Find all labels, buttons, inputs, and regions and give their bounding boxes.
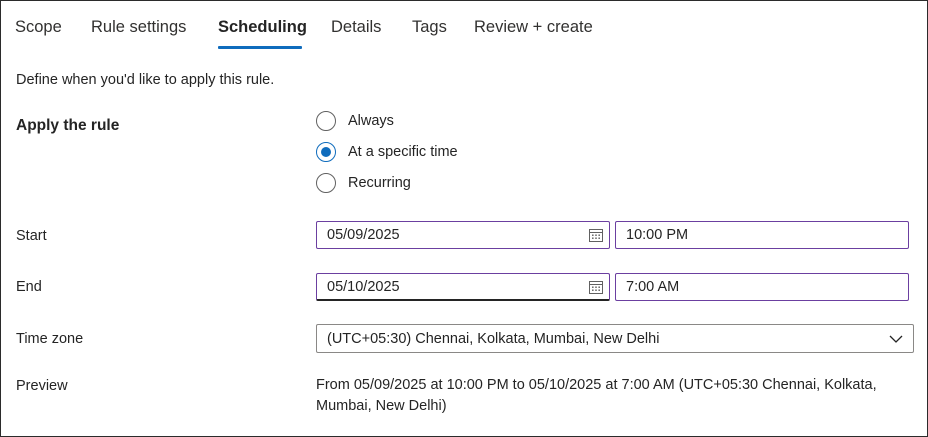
time-zone-dropdown[interactable]: (UTC+05:30) Chennai, Kolkata, Mumbai, Ne… [316,324,914,353]
end-date-picker[interactable]: 05/10/2025 [316,273,610,301]
start-label: Start [16,228,47,244]
start-time-value: 10:00 PM [626,227,689,243]
tab-tags[interactable]: Tags [412,18,447,37]
apply-rule-label: Apply the rule [16,117,120,134]
radio-circle[interactable] [316,111,336,131]
end-time-input[interactable]: 7:00 AM [615,273,909,301]
scheduling-panel: Scope Rule settings Scheduling Details T… [0,0,928,437]
start-date-picker[interactable]: 05/09/2025 [316,221,610,249]
tab-scope[interactable]: Scope [15,18,62,37]
tab-rule-settings[interactable]: Rule settings [91,18,186,37]
tab-details[interactable]: Details [331,18,381,37]
calendar-icon[interactable] [588,279,604,295]
end-date-value: 05/10/2025 [327,278,400,295]
radio-always[interactable]: Always [316,110,394,132]
radio-at-specific-time[interactable]: At a specific time [316,141,458,163]
tab-review-create[interactable]: Review + create [474,18,593,37]
radio-circle-checked[interactable] [316,142,336,162]
time-zone-value: (UTC+05:30) Chennai, Kolkata, Mumbai, Ne… [327,330,660,347]
time-zone-label: Time zone [16,331,84,347]
tab-bar: Scope Rule settings Scheduling Details T… [1,1,927,51]
start-time-input[interactable]: 10:00 PM [615,221,909,249]
end-time-value: 7:00 AM [626,279,680,295]
chevron-down-icon[interactable] [888,331,904,347]
radio-label-recurring: Recurring [348,175,411,191]
preview-label: Preview [16,378,68,394]
start-date-value: 05/09/2025 [327,227,400,243]
radio-circle[interactable] [316,173,336,193]
active-tab-indicator [218,46,302,49]
end-label: End [16,279,42,295]
radio-label-always: Always [348,113,394,129]
radio-dot [321,147,331,157]
calendar-icon[interactable] [588,227,604,243]
preview-text: From 05/09/2025 at 10:00 PM to 05/10/202… [316,377,877,414]
tab-scheduling[interactable]: Scheduling [218,18,307,37]
radio-label-specific-time: At a specific time [348,144,458,160]
intro-text: Define when you'd like to apply this rul… [16,72,275,88]
radio-recurring[interactable]: Recurring [316,172,411,194]
